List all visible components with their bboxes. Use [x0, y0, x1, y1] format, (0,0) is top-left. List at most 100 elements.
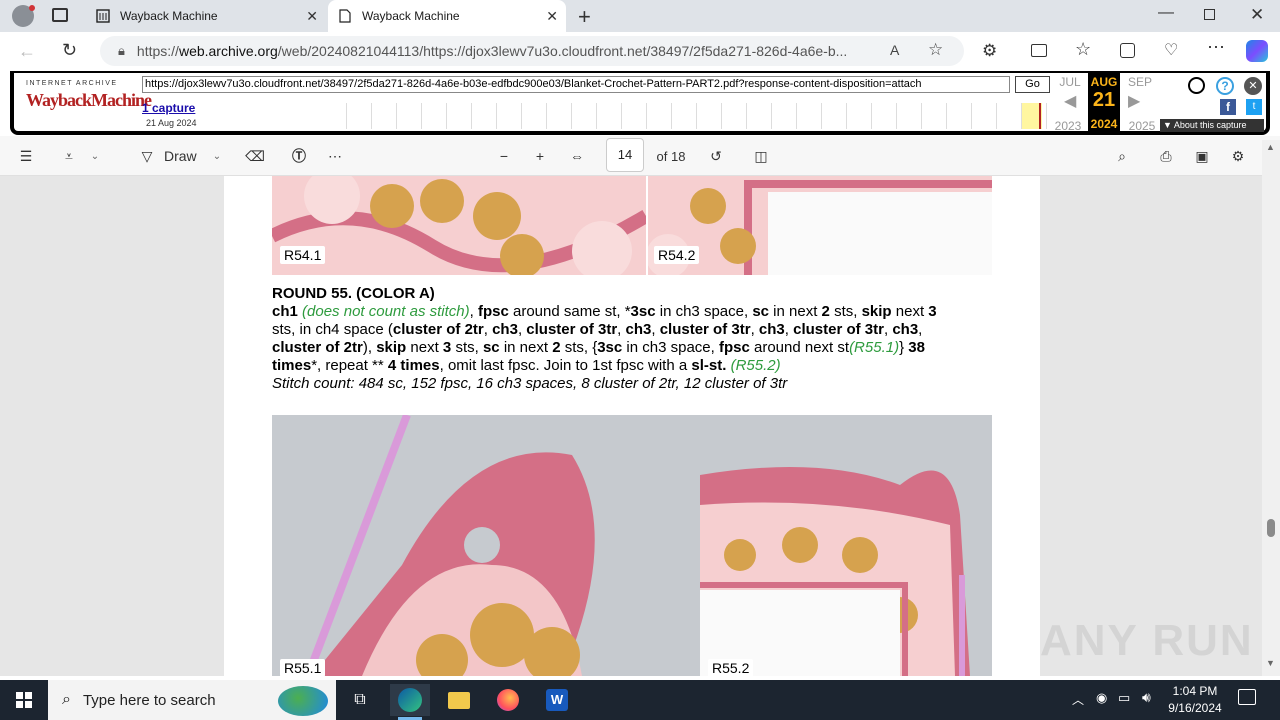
close-tab-icon[interactable]: ✕	[306, 8, 318, 25]
rotate-icon[interactable]: ↺	[704, 144, 728, 168]
txt: sc	[752, 303, 769, 320]
contents-icon[interactable]: ☰	[14, 144, 38, 168]
instruction-line-1: ch1 (does not count as stitch), fpsc aro…	[272, 303, 937, 321]
refresh-icon[interactable]: ↻	[62, 40, 77, 61]
close-tab-icon[interactable]: ✕	[546, 8, 558, 25]
show-hidden-icons[interactable]: ︿	[1072, 691, 1084, 708]
browser-essentials-icon[interactable]: ♡	[1164, 40, 1178, 60]
settings-gear-icon[interactable]: ⚙	[1226, 144, 1250, 168]
txt: ch3	[892, 321, 919, 338]
txt: ,	[918, 321, 923, 338]
next-capture-icon[interactable]: ▶	[1128, 91, 1140, 111]
page-view-icon[interactable]: ◫	[748, 144, 774, 168]
go-button[interactable]: Go	[1015, 76, 1050, 93]
settings-more-icon[interactable]: ⋯	[1207, 37, 1225, 58]
draw-icon[interactable]: ▽	[134, 144, 160, 168]
restore-icon[interactable]	[1204, 9, 1215, 20]
captures-link[interactable]: 1 capture	[142, 101, 195, 115]
word-icon[interactable]: W	[537, 684, 577, 716]
txt: sts, in ch4 space (	[272, 321, 393, 338]
print-icon[interactable]: ⎙	[1154, 144, 1178, 168]
close-wayback-icon[interactable]: ✕	[1244, 77, 1262, 95]
txt: around same st, *	[512, 303, 631, 320]
draw-dropdown-icon[interactable]: ⌄	[208, 144, 226, 168]
firefox-icon[interactable]	[488, 684, 528, 716]
scroll-thumb[interactable]	[1267, 519, 1275, 537]
wayback-url-input[interactable]: https://djox3lewv7u3o.cloudfront.net/384…	[142, 76, 1010, 93]
network-icon[interactable]: ▭	[1118, 690, 1130, 706]
zoom-out-icon[interactable]: −	[492, 144, 516, 168]
text-icon[interactable]: Ⓣ	[286, 144, 312, 168]
scroll-down-icon[interactable]: ▼	[1266, 658, 1275, 668]
txt: next	[410, 339, 439, 356]
file-explorer-icon[interactable]	[439, 684, 479, 716]
current-day: 21	[1092, 89, 1116, 111]
txt: cluster of 2tr	[392, 321, 484, 338]
url-field[interactable]: 🔒︎ https://web.archive.org/web/202408210…	[100, 36, 964, 66]
save-icon[interactable]: ▣	[1190, 144, 1214, 168]
page-number-input[interactable]: 14	[606, 138, 644, 172]
internet-archive-label: INTERNET ARCHIVE	[26, 80, 118, 87]
capture-sparkline[interactable]	[322, 103, 1050, 129]
txt: 38	[908, 339, 925, 356]
extensions-icon[interactable]: ⚙	[982, 41, 997, 61]
wayback-logo[interactable]: WaybackMachine	[26, 90, 152, 111]
meet-now-icon[interactable]: ◉	[1096, 690, 1107, 706]
photo-label: R55.1	[280, 659, 326, 676]
highlight-icon[interactable]: ⩡	[56, 144, 82, 168]
tab-wayback-1[interactable]: Wayback Machine ✕	[86, 0, 326, 32]
txt: in ch3 space,	[659, 303, 749, 320]
tab-wayback-2[interactable]: Wayback Machine ✕	[328, 0, 566, 32]
txt: ,	[483, 321, 488, 338]
txt: ,	[469, 303, 474, 320]
vertical-scrollbar[interactable]: ▲ ▼	[1262, 140, 1280, 676]
account-icon[interactable]	[1188, 77, 1205, 94]
next-year[interactable]: 2025	[1124, 119, 1160, 133]
txt: }	[899, 339, 905, 356]
txt: sts, {	[564, 339, 598, 356]
facebook-icon[interactable]: f	[1220, 99, 1236, 115]
prev-year[interactable]: 2023	[1050, 119, 1086, 133]
windows-start-icon[interactable]	[4, 684, 44, 716]
erase-icon[interactable]: ⌫	[242, 144, 268, 168]
new-tab-button[interactable]: +	[578, 4, 591, 30]
txt: sc	[482, 339, 500, 356]
tab-actions-icon[interactable]	[52, 8, 68, 22]
archive-favicon-icon	[96, 9, 110, 23]
highlight-dropdown-icon[interactable]: ⌄	[86, 144, 104, 168]
txt: ,	[651, 321, 656, 338]
page-total: of 18	[656, 148, 686, 164]
favorite-star-icon[interactable]: ☆	[928, 40, 943, 60]
prev-capture-icon[interactable]: ◀	[1064, 91, 1076, 111]
twitter-icon[interactable]: t	[1246, 99, 1262, 115]
minimize-icon[interactable]: —	[1158, 4, 1174, 22]
draw-button[interactable]: Draw	[164, 144, 204, 168]
split-screen-icon[interactable]	[1031, 44, 1047, 57]
search-icon[interactable]: ⌕	[1110, 144, 1134, 168]
txt: (R55.1)	[849, 339, 900, 356]
edge-taskbar-icon[interactable]	[390, 684, 430, 716]
read-aloud-icon[interactable]: A	[890, 42, 899, 58]
about-capture-button[interactable]: ▼ About this capture	[1160, 119, 1264, 132]
clock-date[interactable]: 9/16/2024	[1162, 701, 1228, 715]
notifications-icon[interactable]	[1238, 689, 1256, 705]
more-tools-icon[interactable]: ⋯	[322, 144, 348, 168]
copilot-icon[interactable]	[1246, 40, 1268, 62]
next-month[interactable]: SEP	[1122, 75, 1158, 89]
pdf-viewer[interactable]: R54.1 R54.2 ROUND 55. (COLOR A) ch1 (doe…	[0, 176, 1262, 676]
prev-month[interactable]: JUL	[1052, 75, 1088, 89]
instruction-line-3: cluster of 2tr), skip next 3 sts, sc in …	[272, 339, 925, 357]
fit-page-icon[interactable]: ⇔	[564, 144, 590, 168]
taskbar-search-box[interactable]: ⌕ Type here to search	[48, 680, 336, 720]
volume-icon[interactable]: 🔊︎	[1142, 689, 1151, 706]
favorites-icon[interactable]: ☆	[1075, 39, 1091, 60]
clock-time[interactable]: 1:04 PM	[1164, 684, 1226, 698]
txt: 3	[928, 303, 937, 320]
collections-icon[interactable]	[1120, 43, 1135, 58]
window-close-icon[interactable]: ✕	[1250, 5, 1264, 25]
zoom-in-icon[interactable]: +	[528, 144, 552, 168]
back-icon[interactable]: ←	[18, 41, 36, 62]
scroll-up-icon[interactable]: ▲	[1266, 142, 1275, 152]
help-icon[interactable]: ?	[1216, 77, 1234, 95]
task-view-icon[interactable]: ⧉	[340, 684, 380, 716]
